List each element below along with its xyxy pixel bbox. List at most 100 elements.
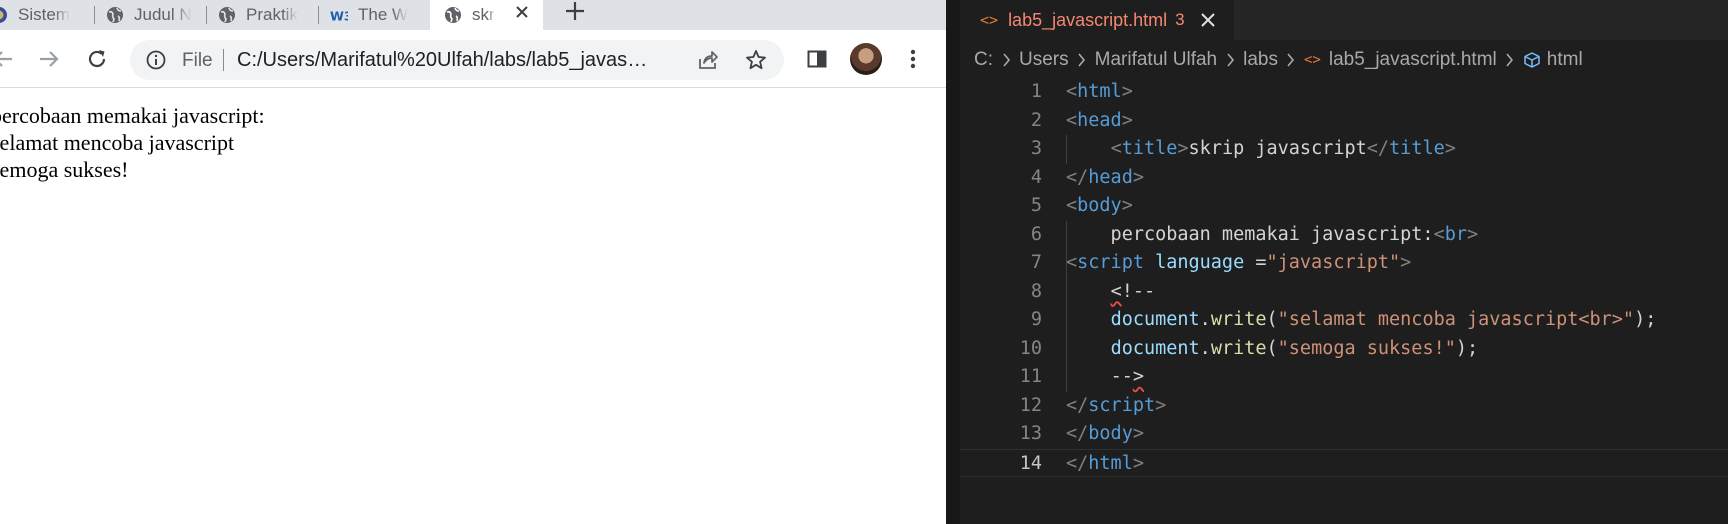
new-tab-plus-icon[interactable] [562,0,588,22]
share-icon[interactable] [696,48,720,72]
code-token: > [1121,81,1133,102]
problem-count-badge: 3 [1175,10,1185,29]
code-line[interactable]: 7 <script language ="javascript"> [960,249,1728,278]
code-token: script [1088,394,1156,416]
code-line[interactable]: 9 document.write("selamat mencoba javasc… [960,306,1728,335]
url-text[interactable]: C:/Users/Marifatul%20Ulfah/labs/lab5_jav… [237,49,657,72]
browser-tab-skrip[interactable]: skr [444,0,504,30]
code-text: <!-- [1066,278,1156,307]
browser-tab-judul[interactable]: Judul N [106,0,196,30]
breadcrumb: C: Users Marifatul Ulfah labs <> lab5_ja… [974,46,1583,74]
code-area[interactable]: 1 <html> 2 < head > 3 <title>skrip javascript<… [960,78,1728,524]
browser-tab-sistem[interactable]: Sistem [0,0,82,30]
side-panel-icon[interactable] [802,44,832,74]
code-text: <html> [1066,78,1133,107]
breadcrumb-item[interactable]: labs [1243,49,1278,71]
back-arrow-icon[interactable] [0,44,18,74]
code-line[interactable]: 5 <body> [960,192,1728,221]
line-number: 8 [1030,280,1042,302]
more-menu-icon[interactable] [898,44,928,74]
code-token: ( [1266,337,1278,359]
breadcrumb-item[interactable]: Marifatul Ulfah [1095,49,1218,71]
tab-separator [94,6,95,24]
symbol-element-icon [1523,51,1541,69]
code-line[interactable]: 1 <html> [960,78,1728,107]
profile-avatar[interactable] [850,43,882,75]
line-number: 2 [1030,109,1042,131]
code-line[interactable]: 8 <!-- [960,278,1728,307]
info-icon[interactable] [146,50,166,70]
code-token: head [1088,166,1133,188]
code-token: > [1466,223,1479,245]
university-seal-icon [0,6,8,24]
globe-icon [218,6,236,24]
code-line[interactable]: 2 <head> [960,107,1728,136]
code-token: percobaan memakai javascript: [1066,223,1434,245]
globe-icon [106,6,124,24]
editor-tab-bar: <> lab5_javascript.html 3 [960,0,1728,40]
breadcrumb-item[interactable]: C: [974,49,993,71]
code-token: </ [1066,452,1089,474]
code-token: document [1110,337,1200,359]
code-text: </head> [1066,164,1144,193]
chevron-right-icon [1503,53,1517,67]
code-editor: <> lab5_javascript.html 3 C: Users Marif… [946,0,1728,524]
line-number: 5 [1030,195,1042,216]
line-number: 10 [1019,337,1042,359]
code-text: </body> [1066,420,1144,449]
code-line[interactable]: 3 <title>skrip javascript</title> [960,135,1728,164]
code-token: . [1199,337,1211,359]
chevron-right-icon [1284,53,1298,67]
code-line[interactable]: 11 --> [960,363,1728,392]
close-tab-icon[interactable] [512,0,532,24]
tab-label: Sistem [18,5,70,24]
code-token: < [1066,109,1078,131]
breadcrumb-item[interactable]: lab5_javascript.html [1329,49,1497,71]
reload-icon[interactable] [82,44,112,74]
code-line[interactable]: 4 </head> [960,164,1728,193]
code-token: "selamat mencoba javascript<br>" [1277,309,1635,330]
w3schools-icon: W3 [330,6,348,24]
code-token: < [1110,280,1122,302]
chevron-right-icon [999,53,1013,67]
code-line[interactable]: 10 document.write("semoga sukses!"); [960,335,1728,364]
html-file-icon: <> [980,11,999,29]
page-text-line: semoga sukses! [0,157,129,182]
breadcrumb-item[interactable]: html [1547,49,1583,71]
browser-tab-w3schools[interactable]: W3 The W [330,0,422,30]
forward-arrow-icon[interactable] [34,44,64,74]
code-line[interactable]: 12 </script> [960,392,1728,421]
indent-guide [1066,135,1067,164]
line-number: 11 [1019,366,1042,387]
bookmark-star-icon[interactable] [744,48,768,72]
code-token: body [1077,195,1122,216]
line-number: 6 [1030,223,1042,245]
code-line[interactable]: 13 </body> [960,420,1728,449]
code-token: > [1121,195,1133,216]
line-number: 4 [1030,166,1042,188]
tab-label: skr [472,5,495,24]
address-bar[interactable]: File C:/Users/Marifatul%20Ulfah/labs/lab… [130,40,784,80]
code-token: < [1433,223,1445,245]
code-token: !-- [1121,280,1156,302]
browser-tab-praktik[interactable]: Praktik [218,0,310,30]
close-icon[interactable] [1199,11,1217,29]
globe-icon [444,6,462,24]
code-token: ); [1634,309,1657,330]
code-token: > [1444,138,1456,159]
editor-left-border [946,0,960,524]
browser-window: Sistem Judul N Praktik W3 The W [0,0,946,524]
code-token: br [1444,223,1467,245]
code-token: body [1088,423,1133,444]
line-number: 3 [1030,138,1042,159]
code-line[interactable]: 14 </html> [960,448,1728,477]
code-token: </ [1066,423,1089,444]
code-token: title [1389,138,1445,159]
code-line[interactable]: 6 percobaan memakai javascript:<br> [960,221,1728,250]
code-text: percobaan memakai javascript:<br> [1066,221,1479,250]
code-token: language [1155,252,1245,273]
code-token: "semoga sukses!" [1277,337,1456,359]
editor-tab-active[interactable]: <> lab5_javascript.html 3 [960,0,1234,40]
breadcrumb-item[interactable]: Users [1019,49,1069,71]
code-text: document.write("selamat mencoba javascri… [1066,306,1657,335]
